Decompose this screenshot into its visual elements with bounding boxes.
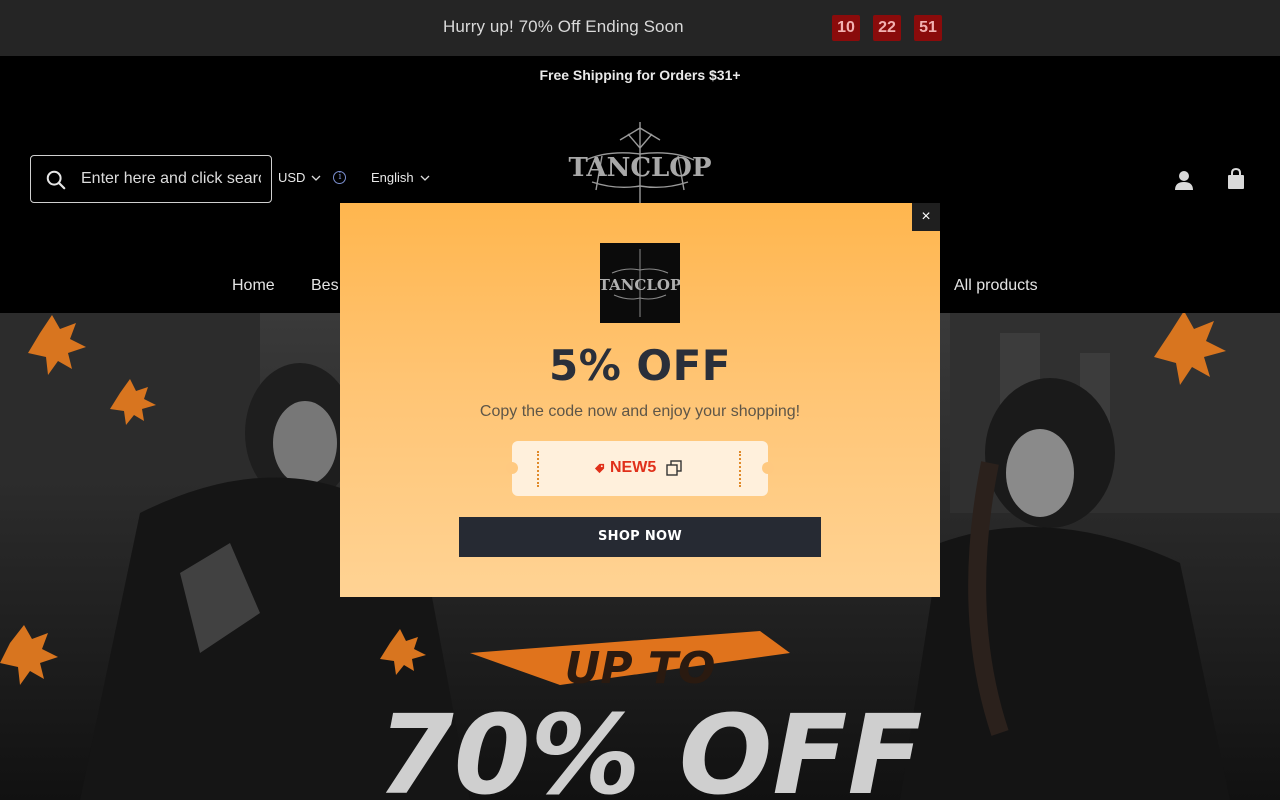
popup-logo-text: TANCLOP	[600, 276, 680, 294]
hero-line2: 70% OFF	[377, 691, 922, 800]
chevron-down-icon	[311, 175, 321, 181]
account-icon[interactable]	[1172, 168, 1196, 192]
timer-minutes: 22	[873, 15, 901, 41]
copy-icon[interactable]	[666, 460, 683, 477]
nav-item-home[interactable]: Home	[232, 277, 275, 295]
nav-item-all-products[interactable]: All products	[954, 277, 1038, 295]
hero-line1: UP TO	[565, 643, 716, 694]
coupon-divider	[739, 451, 741, 487]
tag-icon	[594, 463, 605, 473]
coupon-divider	[537, 451, 539, 487]
popup-title: 5% OFF	[548, 341, 731, 390]
search-box[interactable]	[30, 155, 272, 203]
close-icon[interactable]: ×	[912, 203, 940, 231]
coupon-code: NEW5	[594, 459, 656, 477]
timer-seconds: 51	[914, 15, 942, 41]
currency-label: USD	[278, 170, 306, 185]
popup-subtitle: Copy the code now and enjoy your shoppin…	[479, 403, 801, 420]
discount-popup: TANCLOP 5% OFF Copy the code now and enj…	[340, 203, 940, 597]
cart-icon[interactable]	[1225, 168, 1247, 190]
search-icon[interactable]	[45, 169, 67, 191]
chevron-down-icon	[420, 175, 430, 181]
timer-hours: 10	[832, 15, 860, 41]
coupon-notch	[506, 462, 518, 474]
info-icon[interactable]: i	[333, 171, 347, 184]
search-input[interactable]	[81, 156, 261, 202]
shop-now-button[interactable]: SHOP NOW	[459, 517, 821, 557]
nav-item-bestsellers[interactable]: Bes	[311, 277, 339, 295]
shipping-text: Free Shipping for Orders $31+	[539, 67, 741, 83]
shipping-bar: Free Shipping for Orders $31+	[0, 56, 1280, 94]
announcement-message: Hurry up! 70% Off Ending Soon	[443, 17, 684, 36]
coupon-code-text: NEW5	[610, 459, 657, 476]
logo-text: TANCLOP	[568, 153, 711, 183]
language-selector[interactable]: English	[371, 170, 430, 185]
countdown-timer: 10 22 51	[832, 15, 942, 41]
popup-brand-logo: TANCLOP	[600, 243, 680, 323]
announcement-bar: Hurry up! 70% Off Ending Soon 10 22 51	[0, 0, 1280, 56]
currency-selector[interactable]: USD i	[278, 170, 347, 185]
coupon-card[interactable]: NEW5	[506, 441, 774, 496]
brand-logo[interactable]: TANCLOP	[568, 120, 712, 210]
coupon-notch	[762, 462, 774, 474]
language-label: English	[371, 170, 414, 185]
